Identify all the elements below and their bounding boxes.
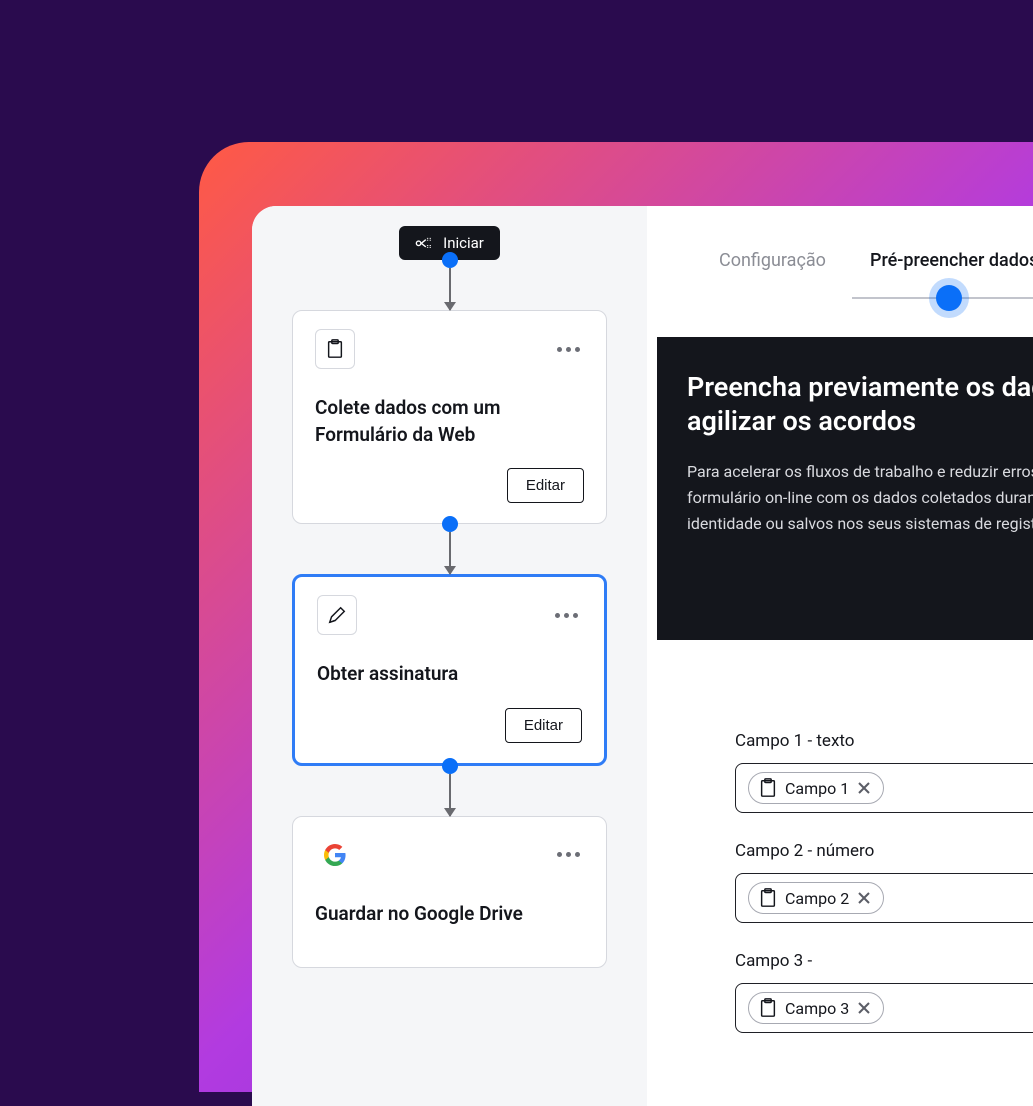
clipboard-icon — [759, 778, 777, 798]
close-icon[interactable] — [857, 891, 871, 905]
tab-indicator-dot — [936, 285, 962, 311]
field-input[interactable]: Campo 2 — [735, 873, 1033, 923]
flow-card-google-drive[interactable]: Guardar no Google Drive — [292, 816, 607, 969]
pen-icon — [317, 595, 357, 635]
chip-text: Campo 1 — [785, 779, 849, 798]
connector-arrow — [449, 774, 451, 816]
tabs: Configuração Pré-preencher dados — [647, 250, 1033, 271]
more-menu[interactable] — [553, 343, 584, 356]
clipboard-icon — [759, 998, 777, 1018]
card-title: Colete dados com um Formulário da Web — [315, 395, 584, 448]
more-menu[interactable] — [551, 609, 582, 622]
connector-arrow — [449, 532, 451, 574]
callout-body: Para acelerar os fluxos de trabalho e re… — [687, 459, 1033, 538]
chip-text: Campo 3 — [785, 999, 849, 1018]
card-title: Guardar no Google Drive — [315, 901, 584, 928]
more-menu[interactable] — [553, 848, 584, 861]
close-icon[interactable] — [857, 1001, 871, 1015]
flow-start-icon — [415, 236, 433, 250]
chip-text: Campo 2 — [785, 889, 849, 908]
detail-pane: Configuração Pré-preencher dados Preench… — [647, 206, 1033, 1106]
tab-configuration[interactable]: Configuração — [719, 250, 826, 271]
edit-button[interactable]: Editar — [507, 468, 584, 503]
field-row: Campo 2 - número Campo 2 — [735, 841, 1033, 923]
onboarding-callout: Preencha previamente os dados para agili… — [657, 337, 1033, 640]
flow-card-collect-data[interactable]: Colete dados com um Formulário da Web Ed… — [292, 310, 607, 524]
field-label: Campo 2 - número — [735, 841, 1033, 861]
field-input[interactable]: Campo 1 — [735, 763, 1033, 813]
close-icon[interactable] — [857, 781, 871, 795]
connector — [442, 260, 458, 310]
app-window: Iniciar Colete dados com um Formulário d… — [252, 206, 1033, 1106]
connector-dot — [442, 758, 458, 774]
field-input[interactable]: Campo 3 — [735, 983, 1033, 1033]
field-label: Campo 1 - texto — [735, 731, 1033, 751]
card-title: Obter assinatura — [317, 661, 582, 688]
connector-dot — [442, 252, 458, 268]
tab-prefill-data[interactable]: Pré-preencher dados — [870, 250, 1033, 271]
clipboard-icon — [315, 329, 355, 369]
field-chip[interactable]: Campo 3 — [748, 992, 884, 1024]
google-icon — [315, 835, 355, 875]
start-label: Iniciar — [443, 234, 484, 252]
connector-arrow — [449, 268, 451, 310]
flow-pane: Iniciar Colete dados com um Formulário d… — [252, 206, 647, 1106]
prefill-fields: Campo 1 - texto Campo 1 Campo 2 - número — [735, 731, 1033, 1061]
flow-card-get-signature[interactable]: Obter assinatura Editar — [292, 574, 607, 766]
callout-title: Preencha previamente os dados para agili… — [687, 371, 1033, 439]
edit-button[interactable]: Editar — [505, 708, 582, 743]
connector-dot — [442, 516, 458, 532]
field-chip[interactable]: Campo 2 — [748, 882, 884, 914]
field-chip[interactable]: Campo 1 — [748, 772, 884, 804]
connector — [442, 766, 458, 816]
field-row: Campo 1 - texto Campo 1 — [735, 731, 1033, 813]
tab-indicator — [852, 297, 1033, 299]
clipboard-icon — [759, 888, 777, 908]
connector — [442, 524, 458, 574]
field-label: Campo 3 - — [735, 951, 1033, 971]
field-row: Campo 3 - Campo 3 — [735, 951, 1033, 1033]
